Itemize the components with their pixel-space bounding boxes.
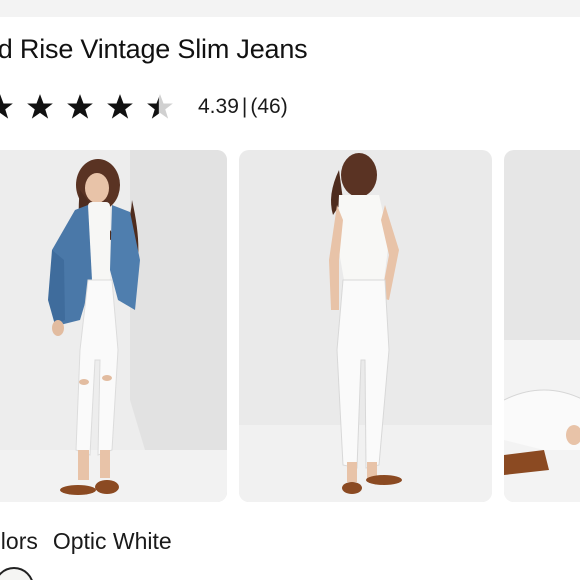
rating-value: 4.39 <box>198 95 239 118</box>
product-title: id Rise Vintage Slim Jeans <box>0 34 308 64</box>
model-front-photo-icon <box>0 150 227 502</box>
product-image-seated[interactable] <box>504 150 580 502</box>
color-selection-row: olors Optic White <box>0 528 172 555</box>
product-image-front[interactable] <box>0 150 227 502</box>
star-icon <box>27 94 53 119</box>
review-count[interactable]: (46) <box>250 95 287 119</box>
star-icon <box>0 94 13 119</box>
top-bar <box>0 0 580 17</box>
model-back-photo-icon <box>239 150 492 502</box>
star-half-icon <box>147 94 173 119</box>
color-swatch-optic-white[interactable] <box>0 567 34 580</box>
product-image-gallery <box>0 150 580 502</box>
model-seated-photo-icon <box>504 150 580 502</box>
star-icon <box>67 94 93 119</box>
rating-row[interactable]: 4.39 | (46) <box>0 90 288 124</box>
star-rating <box>0 93 186 121</box>
selected-color-name: Optic White <box>52 528 172 554</box>
product-image-back[interactable] <box>239 150 492 502</box>
rating-separator: | <box>241 95 248 118</box>
colors-label: olors <box>0 528 38 554</box>
rating-summary: 4.39 | (46) <box>198 95 288 119</box>
star-icon <box>107 94 133 119</box>
